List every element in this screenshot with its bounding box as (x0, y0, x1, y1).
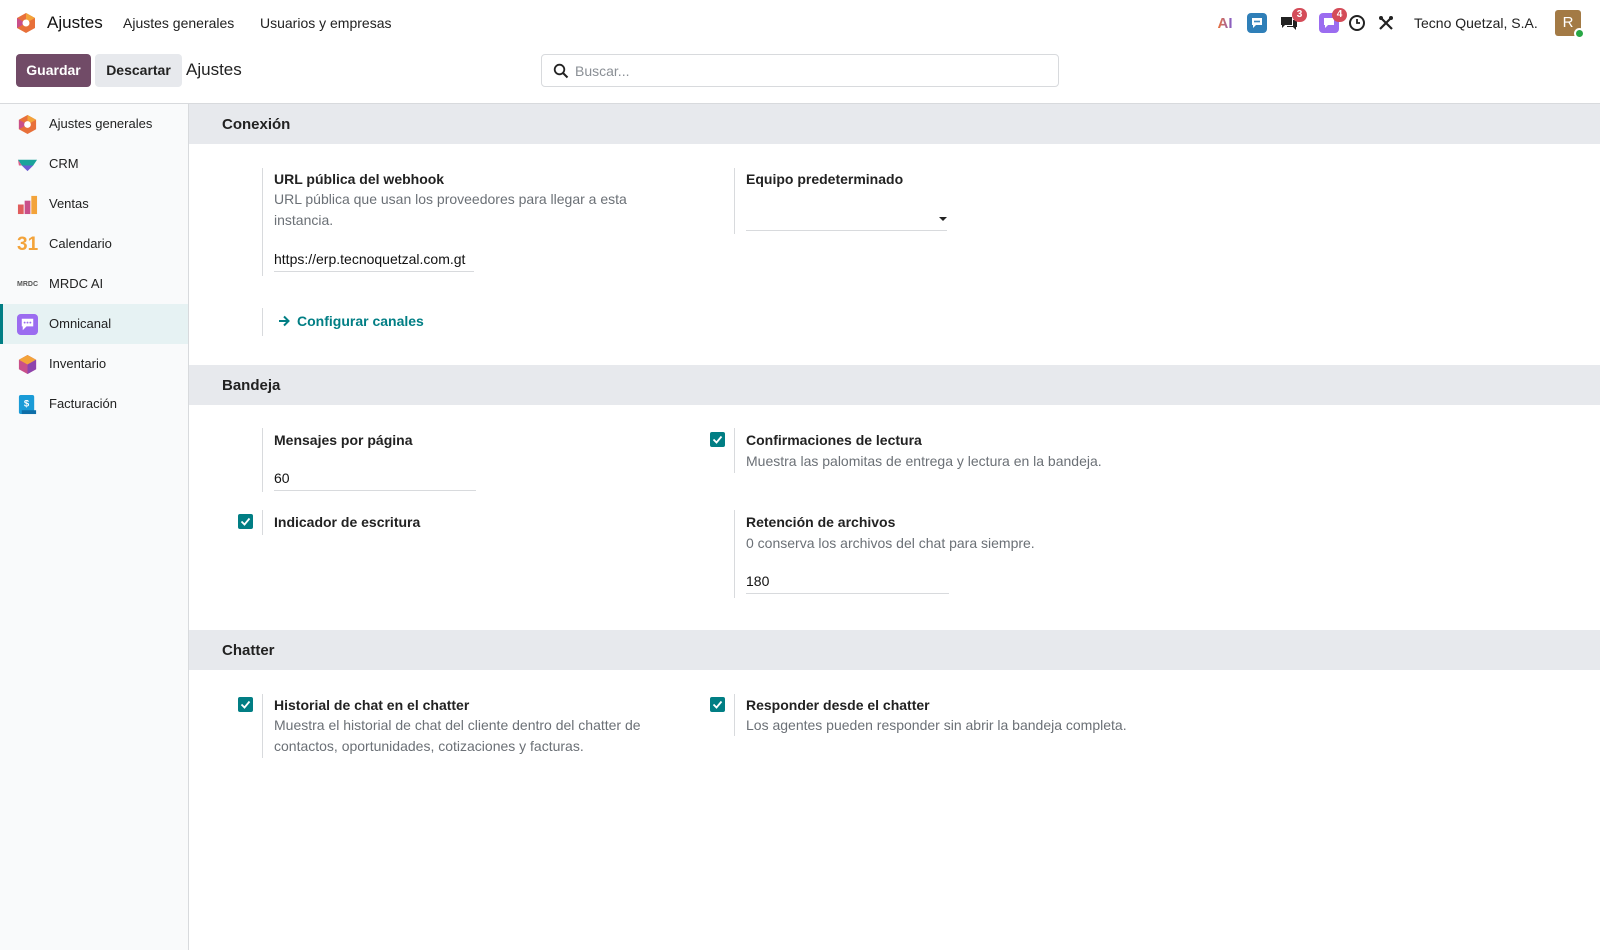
chat-history-checkbox[interactable] (238, 697, 253, 712)
clock-icon[interactable] (1346, 12, 1368, 34)
settings-sidebar: Ajustes generales CRM Ventas 31 Calendar… (0, 104, 189, 950)
sidebar-item-omnicanal[interactable]: Omnicanal (0, 304, 188, 344)
reply-from-chatter-description: Los agentes pueden responder sin abrir l… (746, 717, 1127, 733)
app-logo-icon[interactable] (15, 12, 37, 34)
sidebar-item-label: Inventario (49, 356, 107, 371)
read-receipts-checkbox[interactable] (710, 432, 725, 447)
menu-ajustes-generales[interactable]: Ajustes generales (123, 15, 234, 31)
search-input[interactable] (575, 61, 1045, 81)
file-retention-field[interactable]: 180 (746, 568, 949, 594)
setting-divider (262, 168, 263, 276)
livechat-icon[interactable] (1246, 12, 1268, 34)
omnichannel-icon (17, 314, 38, 335)
settings-hex-icon (18, 114, 37, 135)
section-title: Chatter (222, 642, 275, 659)
arrow-right-icon (279, 315, 290, 327)
webhook-url-title: URL pública del webhook (274, 171, 445, 187)
messages-badge: 3 (1292, 8, 1307, 22)
sidebar-item-label: Omnicanal (49, 316, 112, 331)
read-receipts-title: Confirmaciones de lectura (746, 432, 922, 448)
read-receipts-description: Muestra las palomitas de entrega y lectu… (746, 453, 1102, 469)
calendar-icon: 31 (17, 234, 39, 255)
activity-badge: 4 (1332, 8, 1347, 22)
check-icon (712, 435, 723, 444)
setting-divider (734, 510, 735, 598)
mrdc-ai-icon: MRDC (17, 274, 38, 295)
typing-indicator-checkbox[interactable] (238, 514, 253, 529)
company-switcher[interactable]: Tecno Quetzal, S.A. (1414, 15, 1538, 31)
sidebar-item-label: MRDC AI (49, 276, 104, 291)
crm-icon (17, 159, 38, 172)
messages-per-page-title: Mensajes por página (274, 432, 413, 448)
setting-divider (734, 428, 735, 473)
svg-text:$: $ (24, 398, 30, 409)
messages-per-page-field[interactable]: 60 (274, 465, 476, 491)
invoice-icon: $ (18, 394, 37, 415)
configure-channels-label: Configurar canales (297, 313, 424, 329)
sidebar-item-label: CRM (49, 156, 79, 171)
configure-channels-link[interactable]: Configurar canales (278, 313, 424, 329)
sidebar-item-label: Ajustes generales (49, 116, 153, 131)
omnichannel-activity-icon[interactable]: 4 (1318, 8, 1347, 34)
setting-divider (262, 308, 263, 336)
breadcrumb: Ajustes (186, 60, 242, 79)
sidebar-item-calendario[interactable]: 31 Calendario (0, 224, 188, 264)
webhook-url-description: URL pública que usan los proveedores par… (274, 191, 627, 228)
top-navbar: Ajustes Ajustes generales Usuarios y emp… (0, 0, 1600, 46)
debug-tools-icon[interactable] (1375, 12, 1397, 34)
reply-from-chatter-checkbox[interactable] (710, 697, 725, 712)
sales-chart-icon (17, 195, 38, 215)
chat-history-description: Muestra el historial de chat del cliente… (274, 717, 641, 754)
default-team-title: Equipo predeterminado (746, 171, 904, 187)
webhook-url-field[interactable]: https://erp.tecnoquetzal.com.gt (274, 246, 474, 272)
chat-history-title: Historial de chat en el chatter (274, 697, 470, 713)
search-box[interactable] (541, 54, 1059, 87)
check-icon (240, 700, 251, 709)
setting-divider (262, 694, 263, 758)
setting-divider (262, 428, 263, 492)
inventory-cube-icon (18, 354, 37, 375)
chevron-down-icon[interactable] (939, 217, 947, 221)
ai-icon[interactable]: AI (1214, 12, 1236, 34)
sidebar-item-inventario[interactable]: Inventario (0, 344, 188, 384)
reply-from-chatter-title: Responder desde el chatter (746, 697, 930, 713)
online-status-icon (1574, 28, 1585, 39)
file-retention-description: 0 conserva los archivos del chat para si… (746, 535, 1035, 551)
sidebar-item-label: Calendario (49, 236, 112, 251)
check-icon (240, 517, 251, 526)
menu-usuarios-empresas[interactable]: Usuarios y empresas (260, 15, 392, 31)
app-name[interactable]: Ajustes (47, 13, 103, 33)
default-team-select[interactable] (746, 205, 947, 231)
discard-button[interactable]: Descartar (95, 54, 182, 87)
sidebar-item-label: Facturación (49, 396, 117, 411)
mrdc-ai-icon-glyph: MRDC (17, 281, 38, 288)
section-title: Bandeja (222, 377, 281, 394)
sidebar-item-ventas[interactable]: Ventas (0, 184, 188, 224)
ai-icon-label: AI (1217, 14, 1233, 32)
user-avatar[interactable]: R (1555, 10, 1585, 39)
typing-indicator-title: Indicador de escritura (274, 514, 421, 530)
sidebar-item-ajustes-generales[interactable]: Ajustes generales (0, 104, 188, 144)
file-retention-title: Retención de archivos (746, 514, 896, 530)
sidebar-item-mrdc-ai[interactable]: MRDC MRDC AI (0, 264, 188, 304)
sidebar-item-facturacion[interactable]: $ Facturación (0, 384, 188, 424)
section-header-conexion: Conexión (189, 104, 1600, 144)
setting-divider (734, 168, 735, 234)
check-icon (712, 700, 723, 709)
save-button[interactable]: Guardar (16, 54, 91, 87)
messages-icon[interactable]: 3 (1278, 8, 1307, 34)
section-header-bandeja: Bandeja (189, 365, 1600, 405)
section-title: Conexión (222, 116, 291, 133)
setting-divider (734, 694, 735, 736)
avatar-letter: R (1562, 14, 1574, 31)
search-icon (553, 63, 569, 79)
section-header-chatter: Chatter (189, 630, 1600, 670)
setting-divider (262, 510, 263, 535)
sidebar-item-crm[interactable]: CRM (0, 144, 188, 184)
sidebar-item-label: Ventas (49, 196, 89, 211)
